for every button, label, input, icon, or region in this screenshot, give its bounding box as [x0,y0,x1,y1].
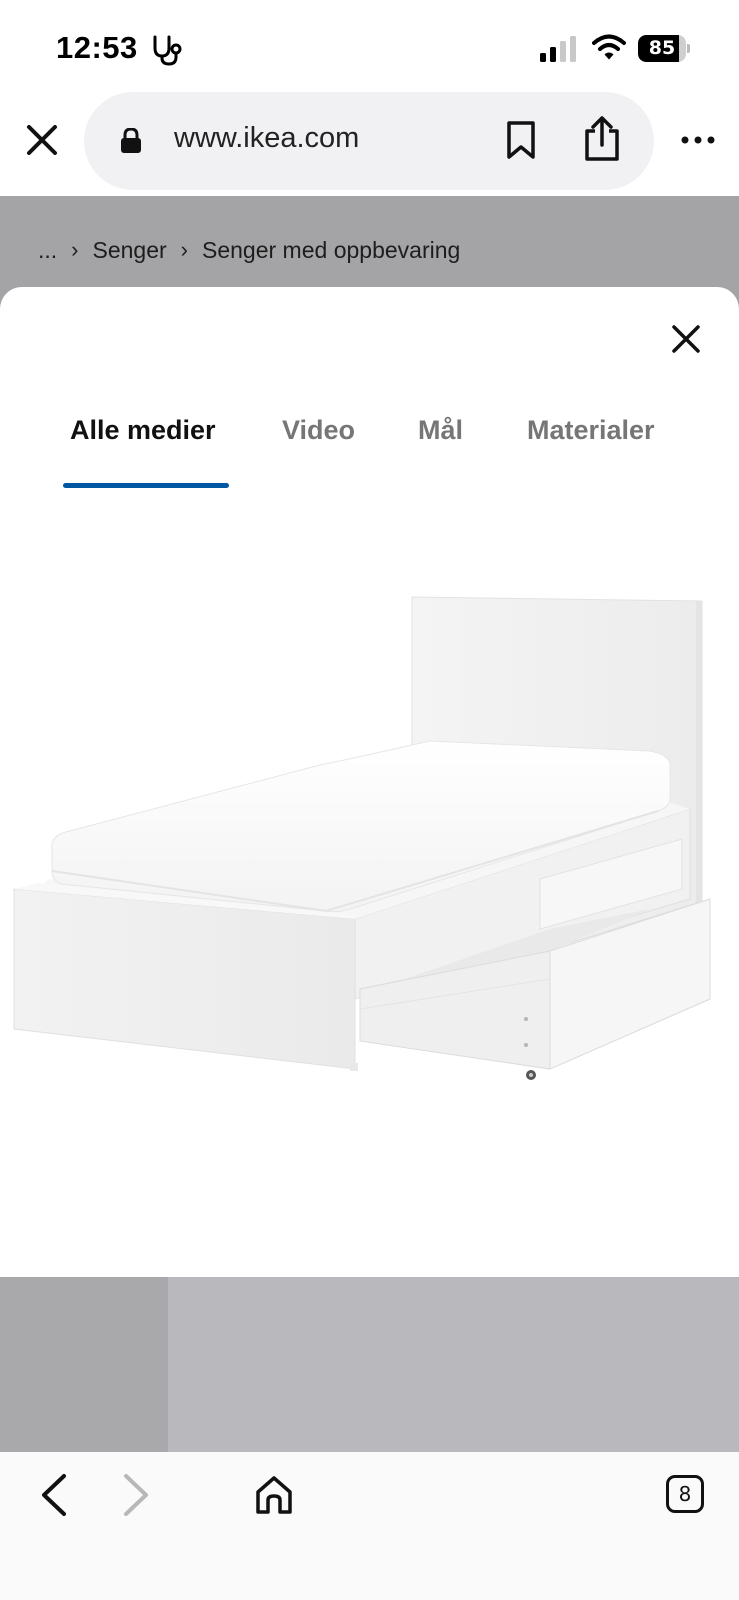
home-icon[interactable] [254,1474,294,1516]
lock-icon [121,128,141,153]
share-icon[interactable] [582,116,622,162]
health-stethoscope-icon [153,35,182,66]
breadcrumb: ... › Senger › Senger med oppbevaring [38,230,460,270]
status-bar: 12:53 85 [0,0,739,92]
media-viewer[interactable] [0,489,739,1277]
tab-mal[interactable]: Mål [418,415,463,446]
tab-video[interactable]: Video [282,415,355,446]
breadcrumb-item-senger-med-oppbevaring[interactable]: Senger med oppbevaring [202,237,460,264]
breadcrumb-ellipsis[interactable]: ... [38,237,57,264]
more-icon[interactable] [680,132,716,148]
battery-percent: 85 [648,37,676,59]
url-text: www.ikea.com [174,122,360,154]
browser-address-bar: www.ikea.com [0,92,739,196]
breadcrumb-item-senger[interactable]: Senger [93,237,167,264]
bed-product-image[interactable] [10,589,730,1109]
tab-materialer[interactable]: Materialer [527,415,655,446]
bookmark-icon[interactable] [504,120,538,160]
close-icon[interactable] [670,323,702,355]
battery-icon: 85 [638,35,690,62]
media-modal: Alle medier Video Mål Materialer [0,287,739,1277]
cellular-signal-icon [540,36,576,62]
wifi-icon [592,34,626,60]
page-backdrop-bottom[interactable] [0,1277,739,1452]
status-time: 12:53 [56,30,138,65]
breadcrumb-separator: › [180,237,188,262]
breadcrumb-separator: › [71,237,79,262]
forward-icon[interactable] [120,1472,152,1518]
tab-alle-medier[interactable]: Alle medier [70,415,216,446]
back-icon[interactable] [38,1472,70,1518]
url-field[interactable]: www.ikea.com [84,92,654,190]
tab-count: 8 [678,1482,692,1506]
close-icon[interactable] [22,120,62,160]
browser-toolbar: 8 [0,1452,739,1600]
active-tab-indicator [63,483,229,488]
tabs-icon[interactable]: 8 [666,1475,704,1513]
media-tabs: Alle medier Video Mål Materialer [0,415,739,617]
